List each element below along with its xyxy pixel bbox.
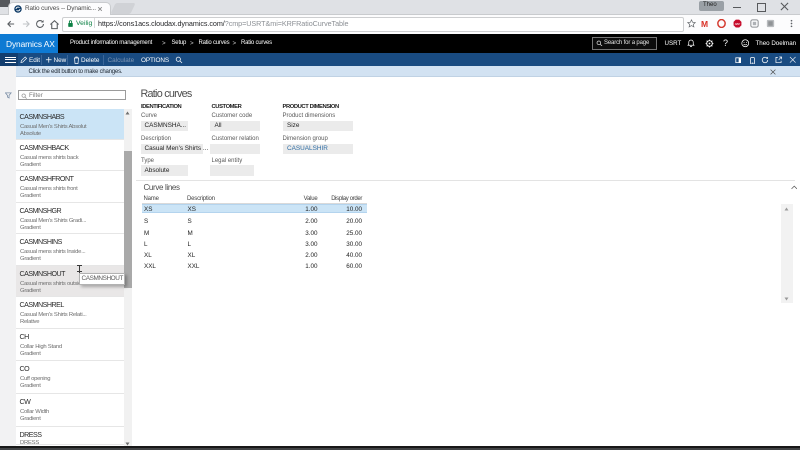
svg-text:ABP: ABP xyxy=(735,21,741,25)
